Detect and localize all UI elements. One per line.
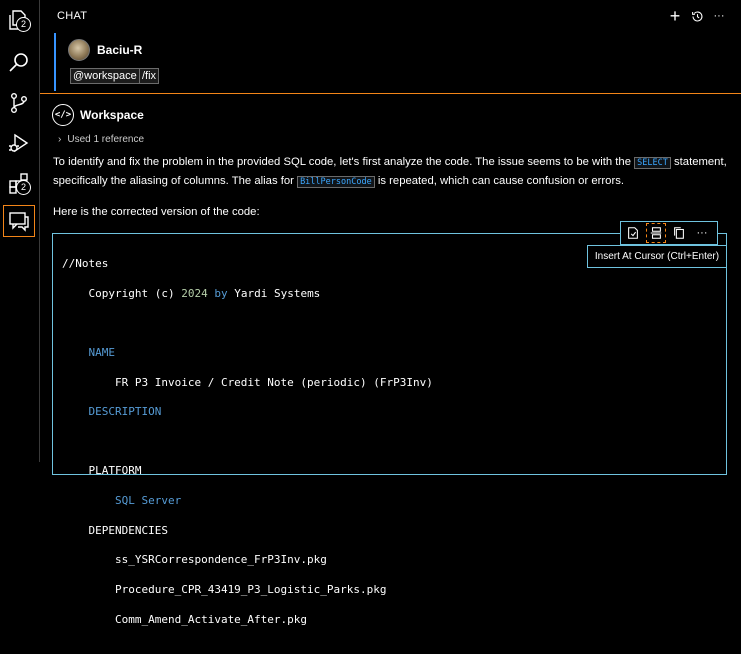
inline-code-select: SELECT [634,157,671,169]
code-block[interactable]: //Notes Copyright (c) 2024 by Yardi Syst… [52,233,727,626]
para-text: To identify and fix the problem in the p… [53,156,635,168]
chat-title: CHAT [57,10,88,22]
workspace-agent-icon: </> [52,104,74,126]
code-line: FR P3 Invoice / Credit Note (periodic) (… [62,375,433,389]
search-icon[interactable] [4,47,34,77]
insert-at-cursor-icon[interactable] [646,223,666,243]
chat-icon[interactable] [3,205,35,237]
explorer-icon[interactable]: 2 [4,5,34,35]
run-debug-icon[interactable] [4,128,34,158]
request-divider [40,93,741,94]
code-line: NAME [62,345,115,359]
code-line: PLATFORM [62,464,142,478]
new-chat-icon[interactable]: + [666,6,684,26]
code-line: Copyright (c) 2024 by Yardi Systems [62,286,321,300]
extensions-badge: 2 [16,180,31,195]
chevron-right-icon: › [58,134,62,145]
activity-bar: 2 2 [0,0,40,462]
code-line: Comm_Amend_Activate_After.pkg [62,612,308,626]
agent-name: Workspace [80,108,144,122]
more-icon[interactable]: ··· [693,224,711,242]
extensions-icon[interactable]: 2 [4,168,34,198]
more-actions-icon[interactable]: ··· [710,7,728,25]
code-line: DEPENDENCIES [62,523,168,537]
code-line: DESCRIPTION [62,405,162,419]
code-line: SQL Server [62,494,182,508]
inline-code-billpersoncode: BillPersonCode [297,176,375,188]
copy-icon[interactable] [670,224,688,242]
avatar [68,39,90,61]
para-text: is repeated, which can cause confusion o… [374,175,625,187]
code-line: ss_YSRCorrespondence_FrP3Inv.pkg [62,553,327,567]
username: Baciu-R [97,43,143,57]
history-icon[interactable] [688,7,706,25]
chat-panel: CHAT + ··· Baciu-R @workspace /fix </> W… [40,0,741,626]
code-line: Procedure_CPR_43419_P3_Logistic_Parks.pk… [62,583,387,597]
workspace-chip: @workspace [70,68,140,84]
chat-header: CHAT + ··· [40,0,741,32]
code-block-toolbar: ··· [620,221,718,245]
fix-chip: /fix [139,68,160,84]
response-paragraph-1: To identify and fix the problem in the p… [53,153,728,191]
apply-in-editor-icon[interactable] [624,224,642,242]
used-references-label: Used 1 reference [67,134,145,145]
chat-request: Baciu-R @workspace /fix [54,33,738,91]
code-line: //Notes [62,257,109,270]
explorer-badge: 2 [16,17,31,32]
source-control-icon[interactable] [4,88,34,118]
insert-at-cursor-tooltip: Insert At Cursor (Ctrl+Enter) [587,245,727,268]
used-references-toggle[interactable]: › Used 1 reference [58,134,144,145]
code-content[interactable]: //Notes Copyright (c) 2024 by Yardi Syst… [62,243,433,654]
response-paragraph-2: Here is the corrected version of the cod… [53,206,260,218]
